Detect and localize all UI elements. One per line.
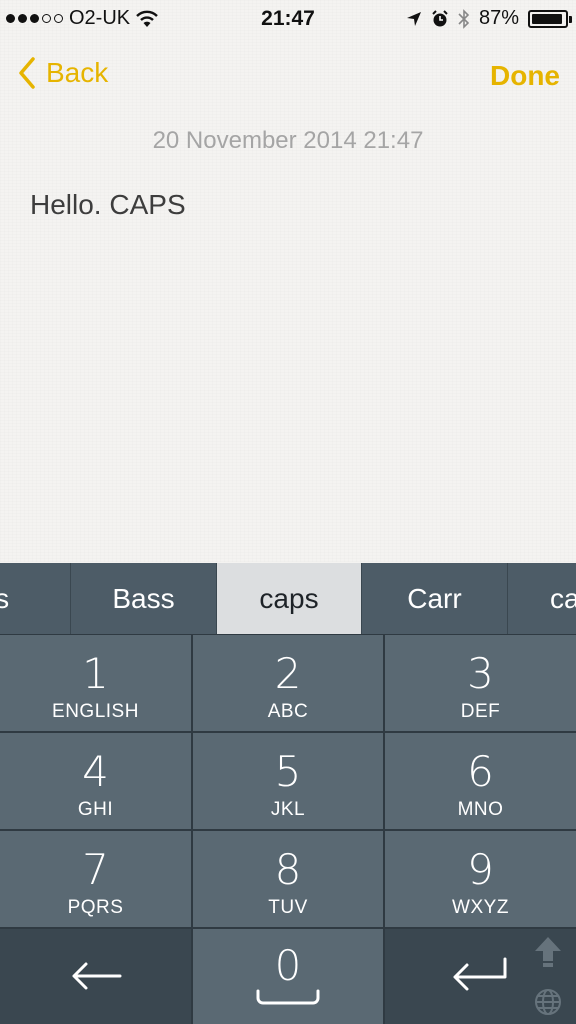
key-letters: WXYZ xyxy=(452,897,509,918)
key-number: 4 xyxy=(82,747,109,796)
globe-icon[interactable] xyxy=(533,987,563,1017)
key-letters: JKL xyxy=(270,799,306,820)
note-timestamp: 20 November 2014 21:47 xyxy=(152,127,424,154)
key-number: 0 xyxy=(274,941,302,990)
bluetooth-icon xyxy=(458,8,470,29)
key-letters: GHI xyxy=(77,799,114,820)
back-label: Back xyxy=(46,57,109,88)
suggestion-item[interactable]: rs xyxy=(0,563,70,634)
suggestion-item-selected[interactable]: caps xyxy=(216,563,361,634)
left-arrow-icon xyxy=(72,962,121,990)
suggestion-item[interactable]: Carr xyxy=(361,563,507,634)
battery-fill xyxy=(532,13,562,24)
key-letters: PQRS xyxy=(67,897,124,918)
key-1[interactable]: 1 ENGLISH xyxy=(0,635,191,731)
done-button[interactable]: Done xyxy=(490,60,560,92)
status-bar: O2-UK 21:47 87% xyxy=(0,0,576,40)
key-7[interactable]: 7 PQRS xyxy=(0,831,191,927)
suggestion-bar: rs Bass caps Carr ca xyxy=(0,563,576,634)
backspace-key[interactable] xyxy=(0,929,191,1024)
key-4[interactable]: 4 GHI xyxy=(0,733,191,829)
chevron-left-icon xyxy=(19,57,35,89)
key-number: 6 xyxy=(467,747,494,796)
key-letters: DEF xyxy=(460,701,501,722)
back-button[interactable]: Back xyxy=(18,56,108,90)
navigation-bar: Back Done xyxy=(0,52,576,102)
key-5[interactable]: 5 JKL xyxy=(193,733,383,829)
suggestion-item[interactable]: ca xyxy=(507,563,576,634)
suggestion-item[interactable]: Bass xyxy=(70,563,216,634)
key-number: 1 xyxy=(82,649,109,698)
key-number: 2 xyxy=(274,649,302,698)
key-3[interactable]: 3 DEF xyxy=(385,635,576,731)
alarm-clock-icon xyxy=(432,9,448,26)
note-text[interactable]: Hello. CAPS xyxy=(30,189,186,221)
key-8[interactable]: 8 TUV xyxy=(193,831,383,927)
key-number: 9 xyxy=(467,845,494,894)
key-letters: TUV xyxy=(268,897,308,918)
space-bracket-icon xyxy=(256,989,320,1005)
key-9[interactable]: 9 WXYZ xyxy=(385,831,576,927)
key-number: 8 xyxy=(274,845,302,894)
battery-nub xyxy=(569,15,572,23)
enter-key[interactable] xyxy=(385,929,576,1024)
battery-icon xyxy=(528,9,572,28)
key-number: 3 xyxy=(467,649,494,698)
battery-percent: 87% xyxy=(478,7,519,29)
key-6[interactable]: 6 MNO xyxy=(385,733,576,829)
shift-up-arrow-icon[interactable] xyxy=(533,935,563,969)
key-2[interactable]: 2 ABC xyxy=(193,635,383,731)
key-letters: ABC xyxy=(267,701,309,722)
key-0[interactable]: 0 xyxy=(193,929,383,1024)
key-letters: ENGLISH xyxy=(52,701,139,722)
key-number: 7 xyxy=(82,845,109,894)
location-arrow-icon xyxy=(406,11,421,26)
status-right: 87% xyxy=(406,7,572,30)
return-arrow-icon xyxy=(453,957,507,991)
key-letters: MNO xyxy=(457,799,504,820)
numeric-keypad: 1 ENGLISH 2 ABC 3 DEF 4 GHI 5 JKL 6 MNO … xyxy=(0,634,576,1024)
key-number: 5 xyxy=(274,747,302,796)
